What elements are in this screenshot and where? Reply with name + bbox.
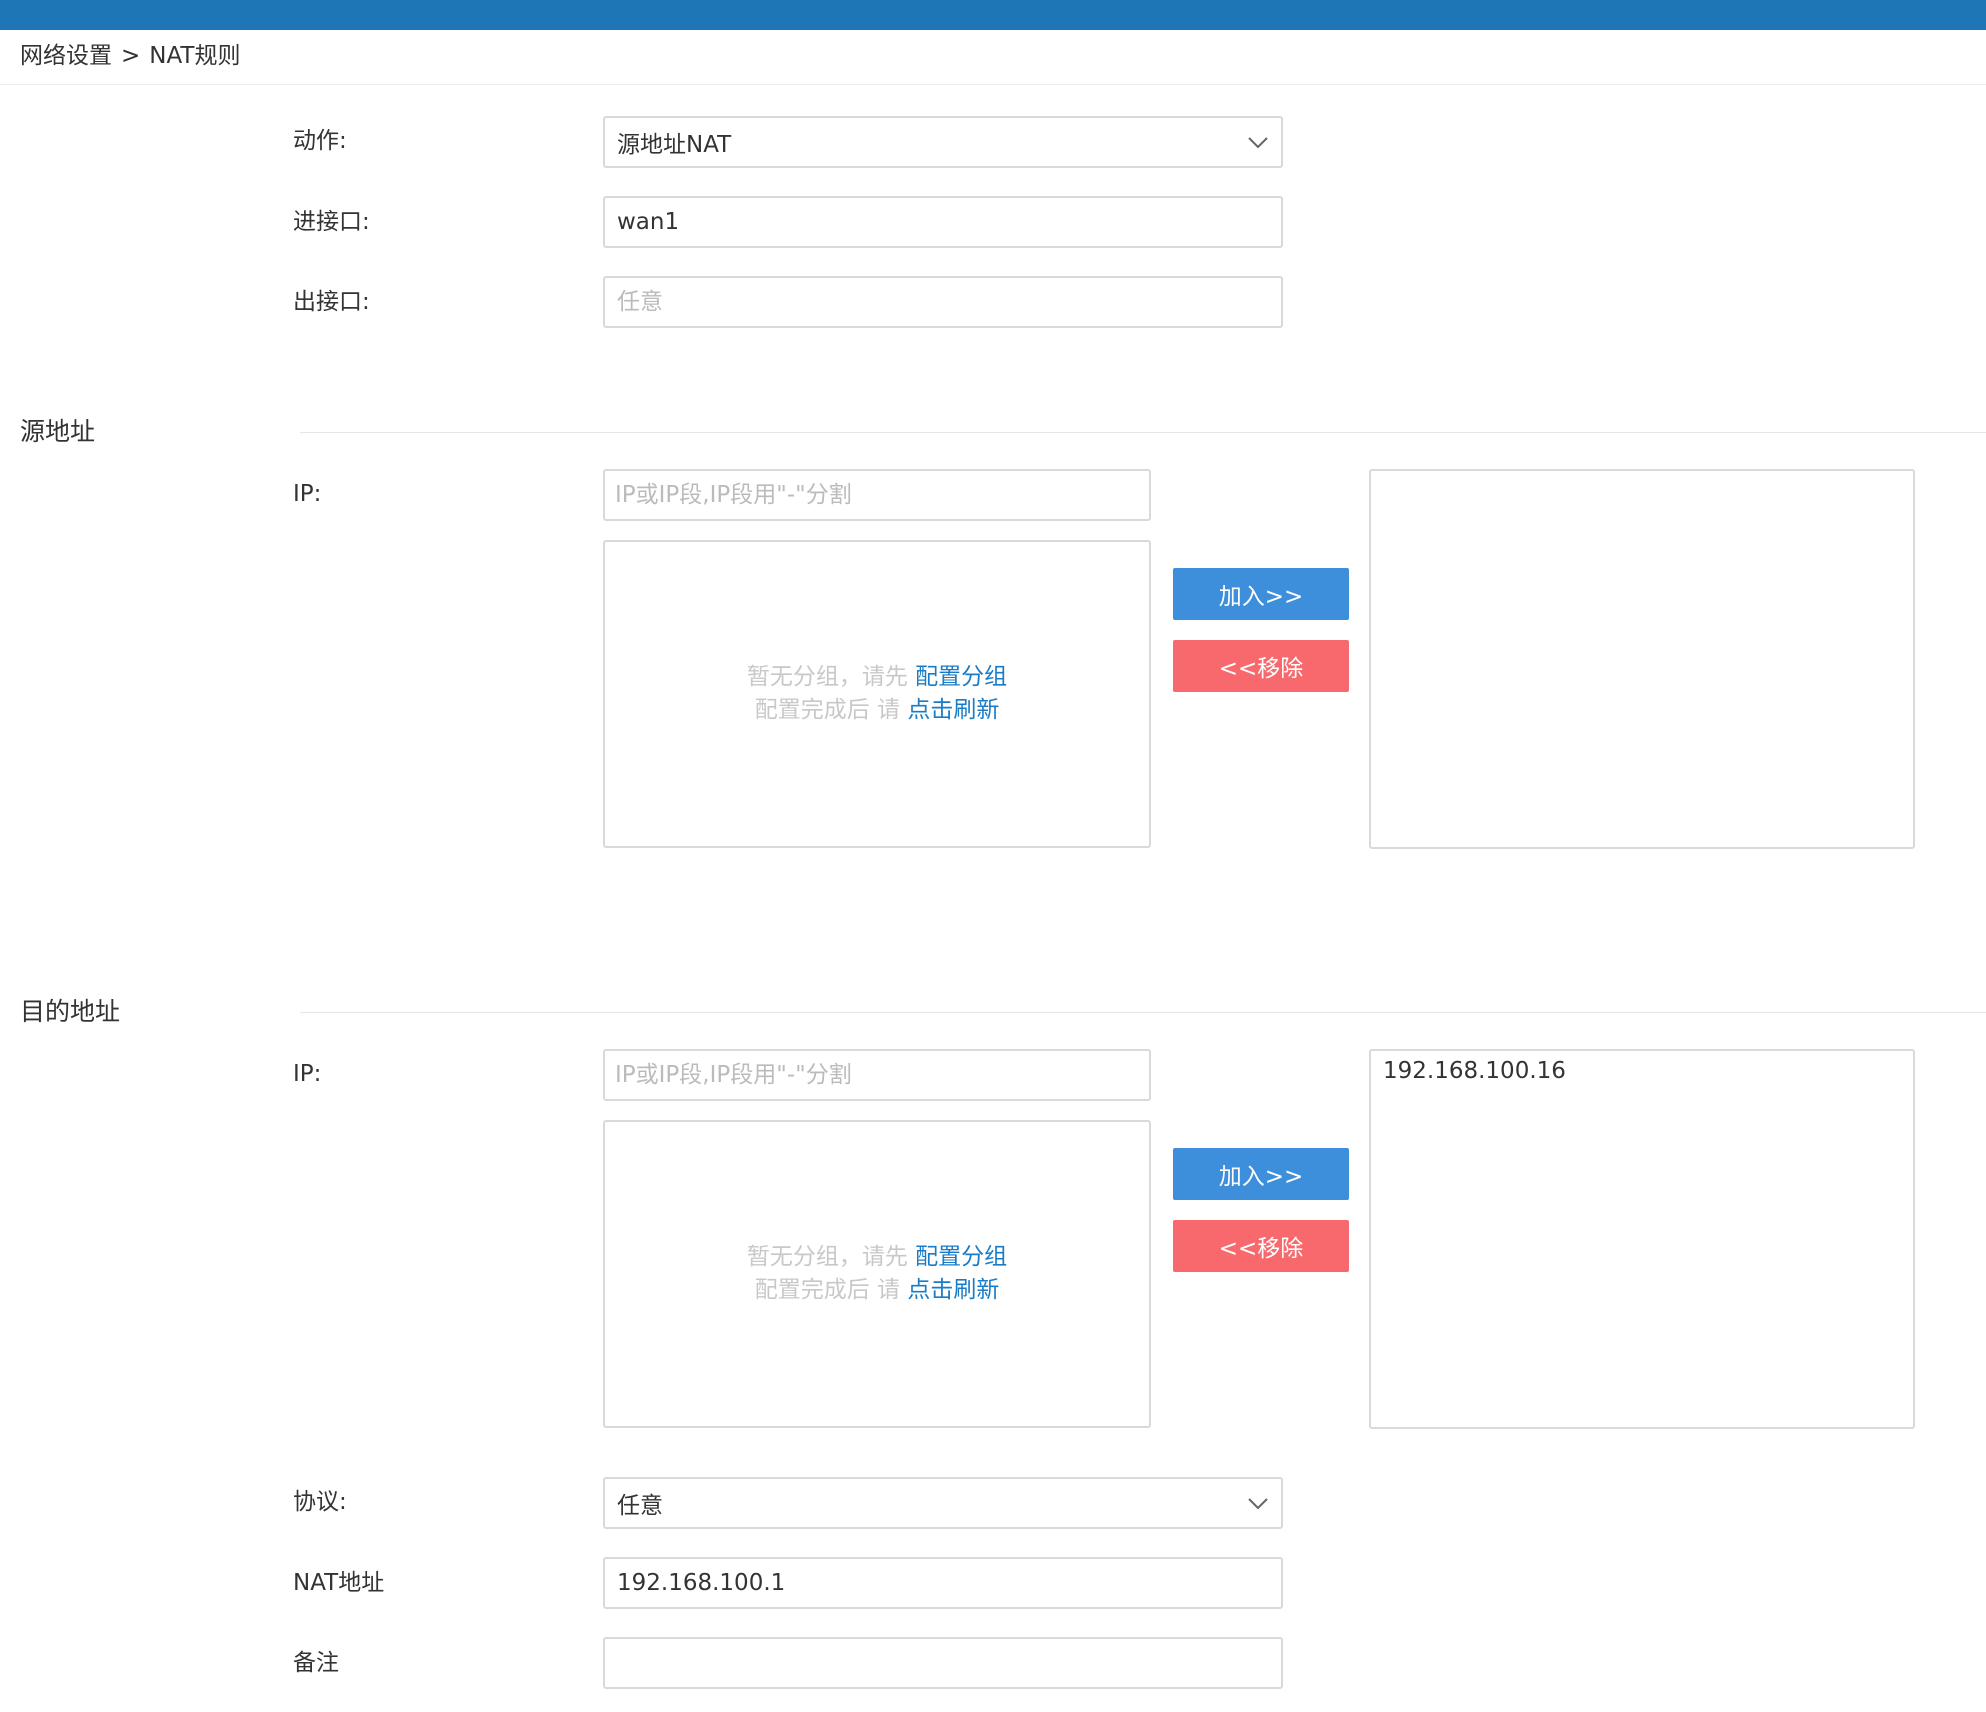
source-section-divider: [300, 432, 1986, 433]
chevron-down-icon: [1248, 1498, 1268, 1510]
in-interface-label: 进接口:: [293, 209, 370, 235]
header-divider: [0, 84, 1986, 85]
source-refresh-link[interactable]: 点击刷新: [907, 697, 999, 723]
source-section-title: 源地址: [20, 417, 96, 446]
destination-empty-line-2: 配置完成后 请 点击刷新: [755, 1274, 1000, 1307]
destination-selected-list[interactable]: 192.168.100.16: [1369, 1049, 1915, 1429]
source-empty-line-2: 配置完成后 请 点击刷新: [755, 694, 1000, 727]
source-empty-text-2: 配置完成后 请: [754, 697, 900, 723]
destination-group-list: 暂无分组，请先 配置分组 配置完成后 请 点击刷新: [603, 1120, 1151, 1428]
breadcrumb: 网络设置 > NAT规则: [20, 40, 240, 72]
source-config-group-link[interactable]: 配置分组: [915, 664, 1007, 690]
destination-empty-text-1: 暂无分组，请先: [746, 1244, 908, 1270]
destination-refresh-link[interactable]: 点击刷新: [907, 1277, 999, 1303]
nat-address-input[interactable]: [603, 1557, 1283, 1609]
remark-label: 备注: [293, 1650, 339, 1676]
nat-rule-page: 网络设置>NAT规则 动作: 源地址NAT 进接口: 出接口: 源地址 IP: …: [0, 0, 1986, 1712]
out-interface-label: 出接口:: [293, 289, 370, 315]
action-select-value: 源地址NAT: [617, 132, 732, 158]
breadcrumb-parent[interactable]: 网络设置: [20, 43, 112, 69]
source-group-list: 暂无分组，请先 配置分组 配置完成后 请 点击刷新: [603, 540, 1151, 848]
source-empty-line-1: 暂无分组，请先 配置分组: [747, 661, 1007, 694]
chevron-down-icon: [1248, 137, 1268, 149]
nat-address-label: NAT地址: [293, 1570, 385, 1596]
source-remove-button[interactable]: <<移除: [1173, 640, 1349, 692]
source-ip-label: IP:: [293, 481, 322, 507]
action-label: 动作:: [293, 128, 347, 154]
protocol-select[interactable]: 任意: [603, 1477, 1283, 1529]
source-empty-text-1: 暂无分组，请先: [746, 664, 908, 690]
source-selected-list[interactable]: [1369, 469, 1915, 849]
breadcrumb-current: NAT规则: [149, 43, 241, 69]
destination-config-group-link[interactable]: 配置分组: [915, 1244, 1007, 1270]
top-bar: [0, 0, 1986, 30]
out-interface-input[interactable]: [603, 276, 1283, 328]
protocol-label: 协议:: [293, 1489, 347, 1515]
in-interface-input[interactable]: [603, 196, 1283, 248]
breadcrumb-separator: >: [121, 43, 141, 69]
destination-add-button[interactable]: 加入>>: [1173, 1148, 1349, 1200]
destination-empty-line-1: 暂无分组，请先 配置分组: [747, 1241, 1007, 1274]
action-select[interactable]: 源地址NAT: [603, 116, 1283, 168]
destination-remove-button[interactable]: <<移除: [1173, 1220, 1349, 1272]
destination-ip-label: IP:: [293, 1061, 322, 1087]
destination-ip-input[interactable]: [603, 1049, 1151, 1101]
source-add-button[interactable]: 加入>>: [1173, 568, 1349, 620]
destination-section-title: 目的地址: [20, 997, 121, 1026]
remark-input[interactable]: [603, 1637, 1283, 1689]
source-ip-input[interactable]: [603, 469, 1151, 521]
destination-empty-text-2: 配置完成后 请: [754, 1277, 900, 1303]
destination-section-divider: [300, 1012, 1986, 1013]
list-item[interactable]: 192.168.100.16: [1383, 1055, 1901, 1087]
protocol-select-value: 任意: [617, 1493, 663, 1519]
